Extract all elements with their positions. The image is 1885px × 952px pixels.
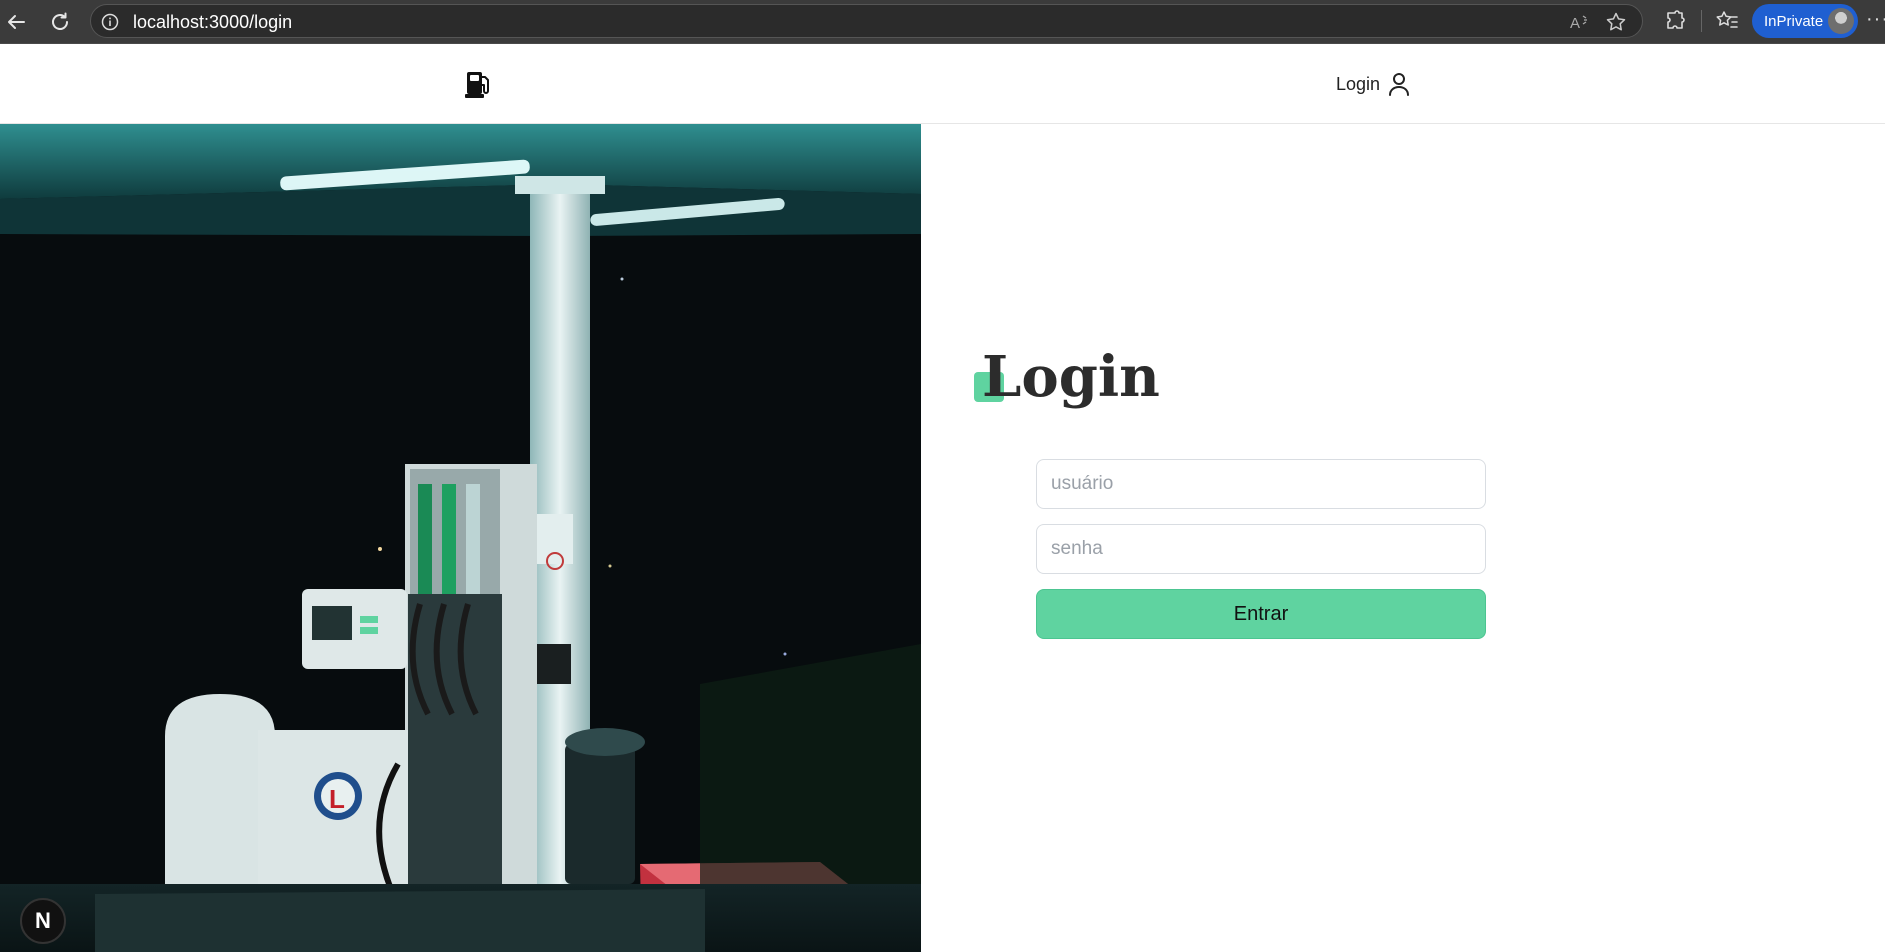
favorite-star-icon[interactable] <box>1605 11 1627 33</box>
profile-avatar <box>1828 8 1854 34</box>
more-options-button[interactable]: ··· <box>1866 8 1885 31</box>
page-title: Login <box>982 344 1160 410</box>
fuel-pump-icon[interactable] <box>465 69 491 99</box>
back-button[interactable] <box>0 6 32 38</box>
reload-button[interactable] <box>44 6 76 38</box>
svg-text:A: A <box>1570 15 1580 32</box>
password-input[interactable] <box>1036 524 1486 574</box>
read-aloud-icon[interactable]: A <box>1569 11 1591 33</box>
gas-station-illustration: L <box>0 124 921 952</box>
header-login-label: Login <box>1336 73 1381 94</box>
hero-image: L <box>0 124 921 952</box>
svg-text:L: L <box>329 784 345 814</box>
toolbar-divider <box>1701 10 1702 32</box>
nextjs-dev-badge[interactable]: N <box>20 898 66 944</box>
submit-button[interactable]: Entrar <box>1036 589 1486 639</box>
reload-icon <box>52 12 68 30</box>
browser-toolbar: localhost:3000/login A InPrivate ··· <box>0 0 1885 44</box>
address-bar[interactable]: localhost:3000/login A <box>90 4 1643 38</box>
username-input[interactable] <box>1036 459 1486 509</box>
inprivate-profile-button[interactable]: InPrivate <box>1752 4 1858 38</box>
login-heading: Login <box>972 344 1212 424</box>
user-icon <box>1389 73 1410 96</box>
back-arrow-icon <box>8 15 25 29</box>
inprivate-label: InPrivate <box>1764 13 1824 30</box>
app-header: Login <box>0 44 1885 124</box>
url-text[interactable]: localhost:3000/login <box>133 12 292 33</box>
extensions-icon[interactable] <box>1662 8 1688 34</box>
favorites-icon[interactable] <box>1714 8 1740 34</box>
site-info-icon[interactable] <box>101 13 119 31</box>
header-login-link[interactable]: Login <box>1336 70 1410 98</box>
